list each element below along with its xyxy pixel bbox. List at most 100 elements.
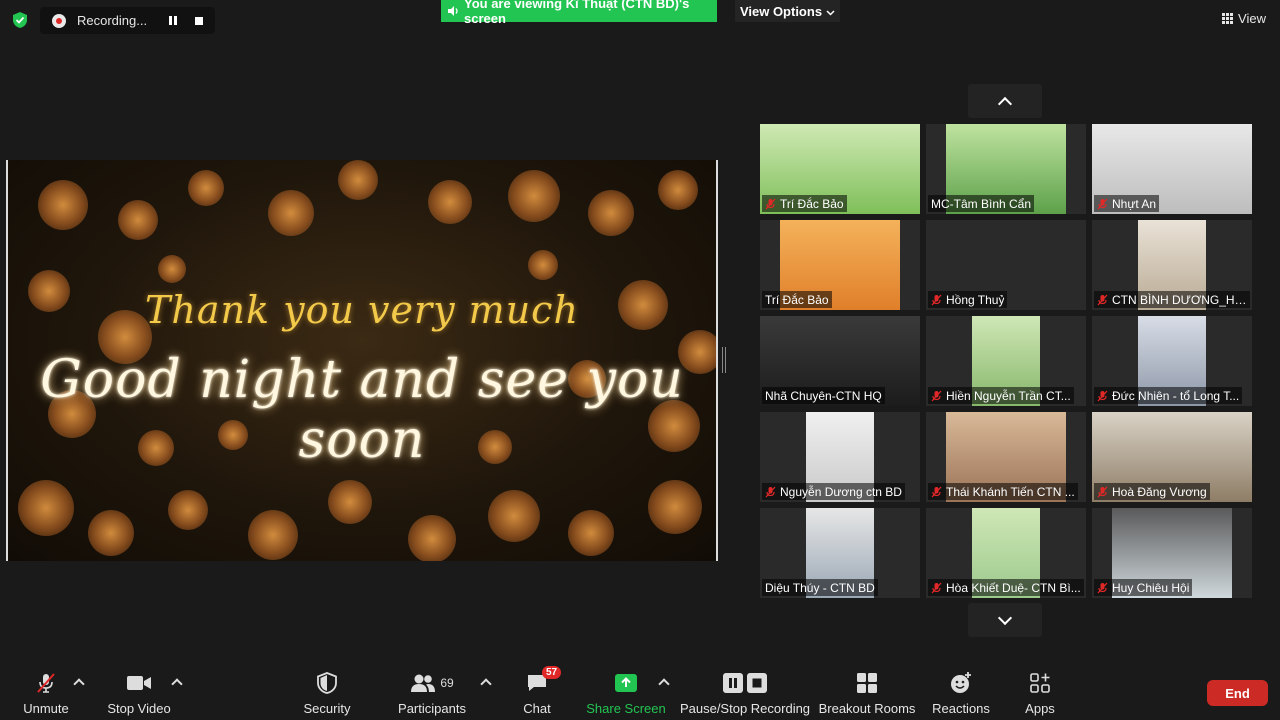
participant-tile[interactable]: Hòa Khiết Duệ- CTN Bì... xyxy=(926,508,1086,598)
muted-microphone-icon xyxy=(1097,390,1108,402)
participant-tile[interactable]: Hồng Thuỷ xyxy=(926,220,1086,310)
unmute-button[interactable]: Unmute xyxy=(22,670,70,716)
chevron-down-icon xyxy=(826,4,835,19)
participant-tile[interactable]: Hiền Nguyễn Trần CT... xyxy=(926,316,1086,406)
encryption-shield-icon[interactable] xyxy=(10,10,30,30)
chevron-down-icon xyxy=(997,610,1013,625)
reactions-label: Reactions xyxy=(932,701,990,716)
participant-tile[interactable]: Nhựt An xyxy=(1092,124,1252,214)
apps-button[interactable]: Apps xyxy=(1022,670,1058,716)
participant-name: Nguyễn Dương ctn BD xyxy=(780,484,902,499)
bokeh-light xyxy=(588,190,634,236)
participant-tile[interactable]: Nguyễn Dương ctn BD xyxy=(760,412,920,502)
participants-button[interactable]: 69 Participants xyxy=(398,670,466,716)
muted-microphone-icon xyxy=(931,486,942,498)
bokeh-light xyxy=(158,255,186,283)
reactions-smiley-icon xyxy=(949,670,973,695)
bokeh-light xyxy=(408,515,456,561)
participant-tile[interactable]: Thái Khánh Tiến CTN ... xyxy=(926,412,1086,502)
security-button[interactable]: Security xyxy=(303,670,351,716)
muted-microphone-icon xyxy=(1097,486,1108,498)
splitter-handle[interactable] xyxy=(722,347,726,373)
muted-microphone-icon xyxy=(931,390,942,402)
apps-label: Apps xyxy=(1025,701,1055,716)
muted-microphone-icon xyxy=(931,582,942,594)
participant-name: Hòa Khiết Duệ- CTN Bì... xyxy=(946,580,1081,595)
muted-microphone-icon xyxy=(931,294,942,306)
participant-tile[interactable]: Nhã Chuyên-CTN HQ xyxy=(760,316,920,406)
chat-button[interactable]: 57 Chat xyxy=(518,666,562,716)
security-label: Security xyxy=(303,701,351,716)
participant-name: Đức Nhiên - tổ Long T... xyxy=(1112,388,1240,403)
participant-name-tag: Trí Đắc Bảo xyxy=(762,195,847,212)
bokeh-light xyxy=(428,180,472,224)
stop-video-button[interactable]: Stop Video xyxy=(106,670,172,716)
view-label: View xyxy=(1238,10,1266,26)
bokeh-light xyxy=(38,180,88,230)
participants-options-caret-icon[interactable] xyxy=(480,678,492,690)
participant-name-tag: Hiền Nguyễn Trần CT... xyxy=(928,387,1074,404)
video-camera-icon xyxy=(126,670,152,695)
apps-icon xyxy=(1029,670,1051,695)
participant-name: Hiền Nguyễn Trần CT... xyxy=(946,388,1071,403)
participant-name: Trí Đắc Bảo xyxy=(765,292,829,307)
participant-tile[interactable]: Diệu Thúy - CTN BD xyxy=(760,508,920,598)
bokeh-light xyxy=(18,480,74,536)
pause-stop-recording-button[interactable]: Pause/Stop Recording xyxy=(680,670,810,716)
stop-recording-button[interactable] xyxy=(189,11,209,31)
view-options-label: View Options xyxy=(739,3,823,19)
participant-tile[interactable]: Huy Chiêu Hội xyxy=(1092,508,1252,598)
viewing-screen-banner: You are viewing Kĩ Thuật (CTN BD)'s scre… xyxy=(441,0,717,26)
pause-stop-recording-icon xyxy=(722,670,768,695)
bokeh-light xyxy=(248,510,298,560)
view-button[interactable]: View xyxy=(1222,9,1266,27)
bokeh-light xyxy=(118,200,158,240)
participant-name-tag: Hồng Thuỷ xyxy=(928,291,1008,308)
participant-tile[interactable]: Hoà Đăng Vương xyxy=(1092,412,1252,502)
recording-indicator: Recording... xyxy=(40,7,215,34)
muted-microphone-icon xyxy=(1097,294,1108,306)
end-meeting-button[interactable]: End xyxy=(1207,680,1268,706)
recording-dot-icon xyxy=(52,13,66,28)
participant-name-tag: Đức Nhiên - tổ Long T... xyxy=(1094,387,1243,404)
speaker-icon xyxy=(447,5,459,17)
participant-name: Hồng Thuỷ xyxy=(946,292,1005,307)
participants-count: 69 xyxy=(440,675,454,690)
participant-tile[interactable]: Trí Đắc Bảo xyxy=(760,124,920,214)
security-shield-icon xyxy=(317,670,337,695)
participant-name: Diệu Thúy - CTN BD xyxy=(765,580,875,595)
share-screen-button[interactable]: Share Screen xyxy=(586,670,666,716)
participant-name-tag: Huy Chiêu Hội xyxy=(1094,579,1193,596)
shared-screen: Thank you very much Good night and see y… xyxy=(6,160,718,561)
participant-tile[interactable]: Đức Nhiên - tổ Long T... xyxy=(1092,316,1252,406)
audio-options-caret-icon[interactable] xyxy=(73,678,85,690)
muted-microphone-icon xyxy=(1097,198,1108,210)
breakout-rooms-button[interactable]: Breakout Rooms xyxy=(818,670,916,716)
video-options-caret-icon[interactable] xyxy=(171,678,183,690)
participant-tile[interactable]: Trí Đắc Bảo xyxy=(760,220,920,310)
stop-video-label: Stop Video xyxy=(107,701,171,716)
participant-name-tag: MC-Tâm Bình Cẩn xyxy=(928,195,1035,212)
view-options-button[interactable]: View Options xyxy=(735,0,840,22)
viewing-banner-text: You are viewing Kĩ Thuật (CTN BD)'s scre… xyxy=(464,0,690,26)
participant-name: Hoà Đăng Vương xyxy=(1112,484,1207,499)
bokeh-light xyxy=(328,480,372,524)
pause-icon xyxy=(169,16,177,25)
breakout-rooms-icon xyxy=(856,670,878,695)
grid-icon xyxy=(1222,12,1234,24)
bokeh-light xyxy=(188,170,224,206)
participant-name-tag: Thái Khánh Tiến CTN ... xyxy=(928,483,1078,500)
thank-you-text: Thank you very much xyxy=(145,288,579,332)
breakout-rooms-label: Breakout Rooms xyxy=(818,701,916,716)
gallery-page-up-button[interactable] xyxy=(968,84,1042,118)
share-screen-icon xyxy=(614,670,638,695)
participant-name-tag: Nhựt An xyxy=(1094,195,1160,212)
participant-name-tag: Hòa Khiết Duệ- CTN Bì... xyxy=(928,579,1084,596)
reactions-button[interactable]: Reactions xyxy=(932,670,990,716)
muted-microphone-icon xyxy=(34,670,58,695)
participant-tile[interactable]: MC-Tâm Bình Cẩn xyxy=(926,124,1086,214)
participant-tile[interactable]: CTN BÌNH DƯƠNG_HI... xyxy=(1092,220,1252,310)
gallery-page-down-button[interactable] xyxy=(968,603,1042,637)
pause-recording-button[interactable] xyxy=(163,11,183,31)
participant-name-tag: Nhã Chuyên-CTN HQ xyxy=(762,387,885,404)
